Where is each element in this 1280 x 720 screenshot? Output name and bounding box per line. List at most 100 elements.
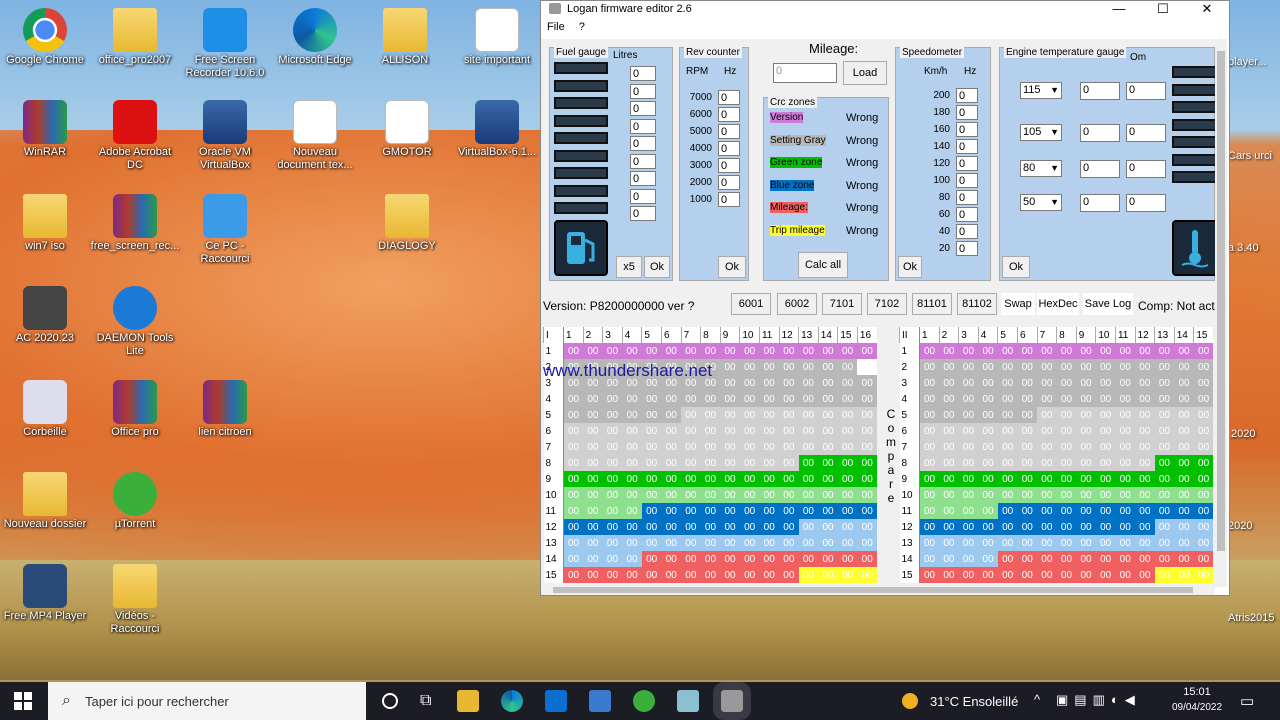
hex-cell[interactable]: 00 xyxy=(1076,343,1096,359)
hex-cell[interactable]: 00 xyxy=(1135,439,1155,455)
hex-cell[interactable]: 00 xyxy=(1135,519,1155,535)
fuel-litres-input[interactable]: 0 xyxy=(630,66,656,81)
hex-cell[interactable]: 00 xyxy=(1056,423,1077,439)
hex-cell[interactable]: 00 xyxy=(563,567,584,583)
hex-cell[interactable]: 00 xyxy=(622,503,642,519)
hex-cell[interactable]: 00 xyxy=(939,551,959,567)
hex-cell[interactable]: 00 xyxy=(602,439,623,455)
hex-cell[interactable]: 00 xyxy=(759,551,780,567)
button-save-log[interactable]: Save Log xyxy=(1083,293,1133,315)
hex-cell[interactable]: 00 xyxy=(1017,375,1038,391)
hex-cell[interactable]: 00 xyxy=(939,567,959,583)
hex-cell[interactable]: 00 xyxy=(720,503,740,519)
hex-cell[interactable]: 00 xyxy=(958,471,979,487)
hex-cell[interactable]: 00 xyxy=(837,359,858,375)
hex-cell[interactable]: 00 xyxy=(779,423,799,439)
hex-cell[interactable]: 00 xyxy=(1095,471,1116,487)
hex-cell[interactable]: 00 xyxy=(857,471,877,487)
hex-cell[interactable]: 00 xyxy=(1076,487,1096,503)
hex-cell[interactable]: 00 xyxy=(1056,535,1077,551)
hex-cell[interactable]: 00 xyxy=(1037,487,1057,503)
hex-cell[interactable]: 00 xyxy=(759,471,780,487)
hex-cell[interactable]: 00 xyxy=(641,471,662,487)
hex-cell[interactable]: 00 xyxy=(1017,439,1038,455)
desktop-icon[interactable]: Nouveau dossier xyxy=(0,472,90,531)
hex-cell[interactable]: 00 xyxy=(1076,519,1096,535)
hex-cell[interactable]: 00 xyxy=(798,423,819,439)
hex-cell[interactable]: 00 xyxy=(837,423,858,439)
hex-cell[interactable]: 00 xyxy=(720,519,740,535)
hex-cell[interactable]: 00 xyxy=(818,391,838,407)
hex-cell[interactable]: 00 xyxy=(958,535,979,551)
hex-cell[interactable]: 00 xyxy=(798,519,819,535)
x5-button[interactable]: x5 xyxy=(616,256,642,278)
hex-cell[interactable]: 00 xyxy=(622,519,642,535)
hex-cell[interactable]: 00 xyxy=(1037,375,1057,391)
hex-cell[interactable]: 00 xyxy=(1193,551,1214,567)
windows-start-icon[interactable] xyxy=(14,692,32,710)
hex-cell[interactable]: 00 xyxy=(641,551,662,567)
hex-cell[interactable]: 00 xyxy=(857,567,877,583)
hex-cell[interactable]: 00 xyxy=(602,423,623,439)
temp-om-input[interactable]: 0 xyxy=(1126,160,1166,178)
hex-cell[interactable]: 00 xyxy=(1056,503,1077,519)
hex-cell[interactable]: 00 xyxy=(1193,519,1214,535)
hex-cell[interactable]: 00 xyxy=(1135,471,1155,487)
hex-cell[interactable]: 00 xyxy=(583,551,603,567)
button-6002[interactable]: 6002 xyxy=(777,293,817,315)
hex-cell[interactable]: 00 xyxy=(720,343,740,359)
hex-cell[interactable]: 00 xyxy=(958,455,979,471)
title-bar[interactable]: Logan firmware editor 2.6 — ☐ ✕ xyxy=(541,1,1229,16)
rpm-hz-input[interactable]: 0 xyxy=(718,175,740,190)
hex-cell[interactable]: 00 xyxy=(857,359,877,375)
hex-cell[interactable]: 00 xyxy=(1095,375,1116,391)
hex-cell[interactable]: 00 xyxy=(1095,439,1116,455)
fuel-litres-input[interactable]: 0 xyxy=(630,83,656,99)
hex-cell[interactable]: 00 xyxy=(997,423,1018,439)
hex-cell[interactable]: 00 xyxy=(739,343,760,359)
hex-cell[interactable]: 00 xyxy=(602,551,623,567)
hex-cell[interactable]: 00 xyxy=(978,551,998,567)
hex-cell[interactable]: 00 xyxy=(720,487,740,503)
hex-cell[interactable]: 00 xyxy=(700,455,721,471)
speed-hz-input[interactable]: 0 xyxy=(956,241,978,256)
hex-cell[interactable]: 00 xyxy=(1095,551,1116,567)
hex-cell[interactable]: 00 xyxy=(997,551,1018,567)
fuel-ok-button[interactable]: Ok xyxy=(644,256,670,278)
hex-cell[interactable]: 00 xyxy=(661,471,682,487)
hex-cell[interactable]: 00 xyxy=(779,391,799,407)
hex-cell[interactable]: 00 xyxy=(1193,567,1214,583)
desktop-icon[interactable]: AC 2020.23 xyxy=(0,286,90,345)
hex-cell[interactable]: 00 xyxy=(978,407,998,423)
calc-all-button[interactable]: Calc all xyxy=(798,252,848,278)
hex-cell[interactable]: 00 xyxy=(641,455,662,471)
hex-cell[interactable]: 00 xyxy=(739,439,760,455)
hex-cell[interactable]: 00 xyxy=(958,567,979,583)
hex-cell[interactable]: 00 xyxy=(1076,407,1096,423)
hex-cell[interactable]: 00 xyxy=(1095,535,1116,551)
hex-cell[interactable]: 00 xyxy=(700,535,721,551)
hex-cell[interactable]: 00 xyxy=(1017,551,1038,567)
hex-cell[interactable]: 00 xyxy=(978,487,998,503)
hex-cell[interactable]: 00 xyxy=(857,407,877,423)
hex-cell[interactable]: 00 xyxy=(583,391,603,407)
hex-cell[interactable]: 00 xyxy=(1174,391,1194,407)
hex-cell[interactable]: 00 xyxy=(759,567,780,583)
desktop-edge-label[interactable]: Atris2015 xyxy=(1228,612,1280,624)
hex-cell[interactable]: 00 xyxy=(1095,391,1116,407)
hex-cell[interactable]: 00 xyxy=(661,551,682,567)
temp-ok-button[interactable]: Ok xyxy=(1002,256,1030,278)
hex-cell[interactable]: 00 xyxy=(641,487,662,503)
hex-cell[interactable]: 00 xyxy=(1174,375,1194,391)
desktop-icon[interactable]: Microsoft Edge xyxy=(270,8,360,67)
hex-cell[interactable]: 00 xyxy=(837,471,858,487)
hex-cell[interactable]: 00 xyxy=(857,535,877,551)
hex-cell[interactable]: 00 xyxy=(857,551,877,567)
hex-cell[interactable]: 00 xyxy=(919,455,940,471)
hex-cell[interactable]: 00 xyxy=(583,423,603,439)
hex-cell[interactable]: 00 xyxy=(919,407,940,423)
temp-value-input[interactable]: 0 xyxy=(1080,124,1120,142)
hex-cell[interactable]: 00 xyxy=(798,551,819,567)
hex-cell[interactable]: 00 xyxy=(818,407,838,423)
hex-cell[interactable]: 00 xyxy=(818,343,838,359)
